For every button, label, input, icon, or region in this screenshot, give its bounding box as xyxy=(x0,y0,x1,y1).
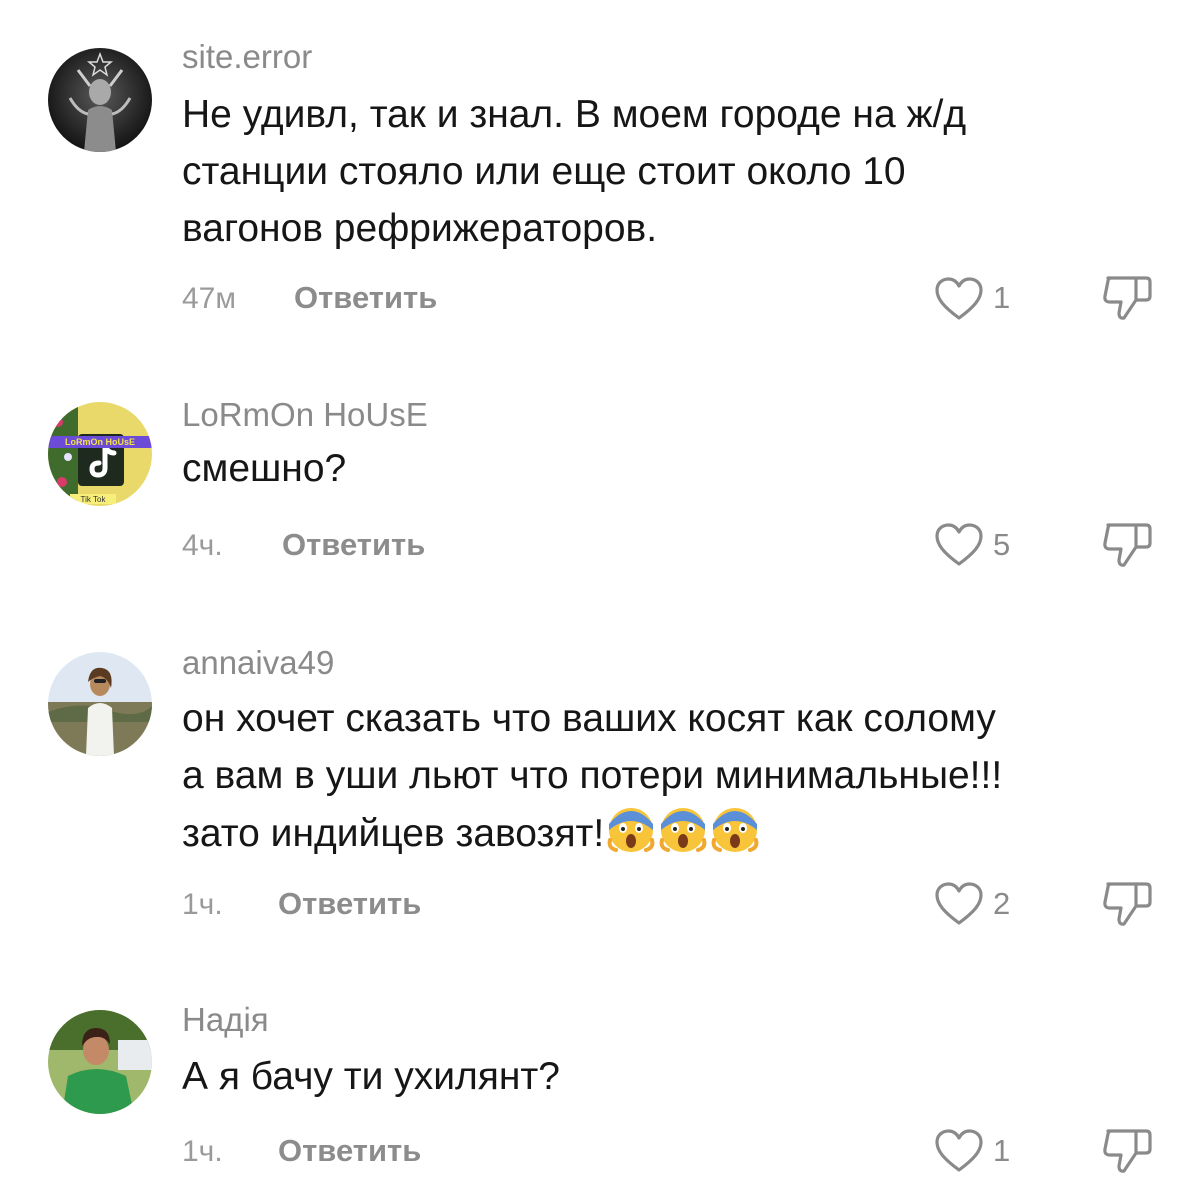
reply-button[interactable]: Ответить xyxy=(282,529,425,560)
heart-icon[interactable] xyxy=(934,1128,984,1174)
reply-button[interactable]: Ответить xyxy=(294,282,437,313)
heart-icon[interactable] xyxy=(934,522,984,568)
comment-username[interactable]: site.error xyxy=(182,40,312,73)
tiktok-logo-avatar-icon: LoRmOn HoUsE Tik Tok xyxy=(48,402,152,506)
avatar[interactable] xyxy=(48,652,152,756)
screaming-face-emoji xyxy=(607,808,655,852)
comment-timestamp: 4ч. xyxy=(182,529,223,562)
comments-list: site.error Не удивл, так и знал. В моем … xyxy=(0,0,1200,1200)
comment-timestamp: 1ч. xyxy=(182,1135,223,1168)
screaming-face-emoji xyxy=(659,808,707,852)
comment-text: он хочет сказать что ваших косят как сол… xyxy=(182,690,1142,862)
like-count: 2 xyxy=(993,886,1011,921)
heart-icon[interactable] xyxy=(934,881,984,927)
woman-green-shirt-avatar-icon xyxy=(48,1010,152,1114)
comment-timestamp: 1ч. xyxy=(182,888,223,921)
baphomet-avatar-icon xyxy=(48,48,152,152)
screaming-face-emoji xyxy=(711,808,759,852)
reply-button[interactable]: Ответить xyxy=(278,1135,421,1166)
like-count: 5 xyxy=(993,527,1011,562)
comment-username[interactable]: LoRmOn HoUsE xyxy=(182,398,428,431)
heart-icon[interactable] xyxy=(934,276,984,322)
reply-button[interactable]: Ответить xyxy=(278,888,421,919)
comment-text: смешно? xyxy=(182,447,347,490)
like-count: 1 xyxy=(993,280,1011,315)
avatar[interactable]: LoRmOn HoUsE Tik Tok xyxy=(48,402,152,506)
thumbs-down-icon[interactable] xyxy=(1100,1125,1154,1175)
thumbs-down-icon[interactable] xyxy=(1100,272,1154,322)
thumbs-down-icon[interactable] xyxy=(1100,519,1154,569)
woman-photo-avatar-icon xyxy=(48,652,152,756)
comment-timestamp: 47м xyxy=(182,282,236,315)
comment-username[interactable]: annaiva49 xyxy=(182,646,334,679)
avatar-brand-text: LoRmOn HoUsE xyxy=(65,437,135,447)
comment-username[interactable]: Надія xyxy=(182,1003,269,1036)
avatar[interactable] xyxy=(48,48,152,152)
avatar-caption-text: Tik Tok xyxy=(81,495,107,504)
like-count: 1 xyxy=(993,1133,1011,1168)
emoji-group xyxy=(604,808,760,855)
comment-text: Не удивл, так и знал. В моем городе на ж… xyxy=(182,93,967,250)
avatar[interactable] xyxy=(48,1010,152,1114)
comment-text: А я бачу ти ухилянт? xyxy=(182,1055,560,1098)
thumbs-down-icon[interactable] xyxy=(1100,878,1154,928)
comment-text-content: он хочет сказать что ваших косят как сол… xyxy=(182,697,1003,855)
